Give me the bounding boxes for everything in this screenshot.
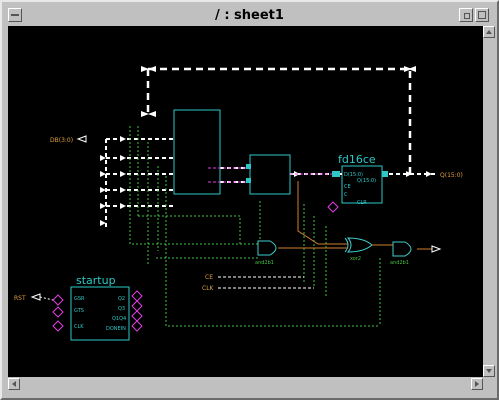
schematic-drawing: fd16ce D(15:0) Q(15:0) CE C CLR and2b1 x… <box>14 66 463 341</box>
register-port-ce: CE <box>344 184 351 190</box>
and-gate-2[interactable] <box>392 241 412 257</box>
minimize-icon[interactable] <box>459 8 473 22</box>
gate-label-3: and2b1 <box>390 260 409 266</box>
mux-block-1[interactable] <box>173 109 221 195</box>
mux-block-2[interactable] <box>249 154 291 195</box>
startup-port-donein: DONEIN <box>106 326 126 332</box>
bus-connectors <box>141 66 416 117</box>
and-gate-1[interactable] <box>257 240 277 256</box>
startup-port-q2: Q2 <box>118 296 125 302</box>
xor-gate-input-arc <box>344 237 349 253</box>
net-label-q: Q(15:0) <box>440 172 463 179</box>
net-label-ce: CE <box>205 274 213 281</box>
clr-pin <box>327 201 339 213</box>
maximize-icon[interactable] <box>475 8 489 22</box>
vertical-scrollbar[interactable] <box>483 26 495 377</box>
gate-label-2: xor2 <box>350 256 361 262</box>
gate-label-1: and2b1 <box>255 260 274 266</box>
net-label-clk: CLK <box>202 285 215 292</box>
ce-clk-wires <box>218 276 314 289</box>
title-bar[interactable]: / : sheet1 <box>6 6 493 26</box>
startup-port-q3: Q3 <box>118 306 125 312</box>
scroll-down-icon[interactable] <box>483 365 495 377</box>
scroll-up-icon[interactable] <box>483 26 495 38</box>
startup-port-gsr: GSR <box>74 296 85 302</box>
net-label-rst: RST <box>14 295 26 302</box>
schematic-window: / : sheet1 fd16ce D(15:0) Q(15:0) CE C C… <box>0 0 499 400</box>
startup-name: startup <box>76 274 116 287</box>
horizontal-scrollbar[interactable] <box>8 377 483 391</box>
register-port-clr: CLR <box>357 200 367 206</box>
xor-gate[interactable] <box>346 237 373 253</box>
scroll-left-icon[interactable] <box>8 378 20 390</box>
scroll-right-icon[interactable] <box>471 378 483 390</box>
startup-port-q1q4: Q1Q4 <box>112 316 126 322</box>
scroll-corner <box>483 377 495 391</box>
window-title: / : sheet1 <box>215 8 284 23</box>
register-port-q: Q(15:0) <box>357 178 376 184</box>
startup-port-clk: CLK <box>74 324 84 330</box>
register-port-c: C <box>344 192 348 198</box>
register-name: fd16ce <box>338 153 376 166</box>
net-label-db: DB(3:0) <box>50 137 73 144</box>
startup-port-gts: GTS <box>74 308 84 314</box>
schematic-canvas[interactable]: fd16ce D(15:0) Q(15:0) CE C CLR and2b1 x… <box>8 26 483 377</box>
